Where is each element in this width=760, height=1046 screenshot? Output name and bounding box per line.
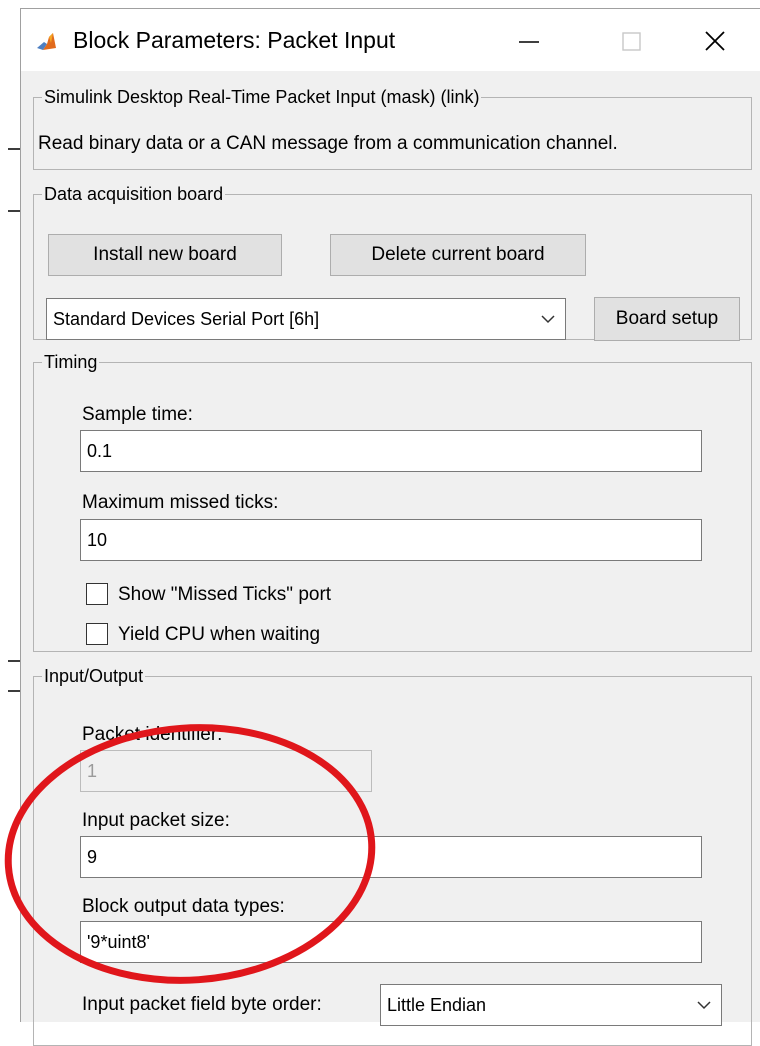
show-missed-ticks-label[interactable]: Show "Missed Ticks" port <box>118 584 331 606</box>
description-group: Simulink Desktop Real-Time Packet Input … <box>33 87 752 170</box>
byte-order-select[interactable]: Little Endian <box>380 984 722 1026</box>
byte-order-select-value: Little Endian <box>387 994 487 1015</box>
background-window-edge <box>0 0 22 1022</box>
packet-identifier-label: Packet identifier: <box>82 724 223 745</box>
install-board-button[interactable]: Install new board <box>48 234 282 276</box>
description-legend: Simulink Desktop Real-Time Packet Input … <box>44 87 480 107</box>
missed-ticks-input[interactable]: 10 <box>80 519 702 561</box>
input-packet-size-input[interactable]: 9 <box>80 836 702 878</box>
missed-ticks-label: Maximum missed ticks: <box>82 492 279 513</box>
board-select-value: Standard Devices Serial Port [6h] <box>53 308 320 329</box>
yield-cpu-checkbox[interactable] <box>86 623 108 645</box>
output-data-types-input[interactable]: '9*uint8' <box>80 921 702 963</box>
input-output-legend: Input/Output <box>44 666 144 686</box>
block-description: Read binary data or a CAN message from a… <box>38 133 618 154</box>
minimize-icon[interactable] <box>509 21 549 61</box>
chevron-down-icon[interactable] <box>687 985 721 1025</box>
show-missed-ticks-checkbox[interactable] <box>86 583 108 605</box>
packet-identifier-input: 1 <box>80 750 372 792</box>
board-legend: Data acquisition board <box>44 184 224 204</box>
yield-cpu-label[interactable]: Yield CPU when waiting <box>118 624 320 646</box>
close-icon[interactable] <box>695 21 735 61</box>
sample-time-input[interactable]: 0.1 <box>80 430 702 472</box>
window-title: Block Parameters: Packet Input <box>73 27 396 53</box>
board-setup-button[interactable]: Board setup <box>594 297 740 341</box>
chevron-down-icon[interactable] <box>531 299 565 339</box>
input-output-group: Input/Output Packet identifier: 1 Input … <box>33 666 752 1046</box>
input-packet-size-label: Input packet size: <box>82 810 230 831</box>
timing-group: Timing Sample time: 0.1 Maximum missed t… <box>33 352 752 652</box>
board-group: Data acquisition board Install new board… <box>33 184 752 341</box>
matlab-icon <box>37 33 56 50</box>
byte-order-label: Input packet field byte order: <box>82 994 322 1015</box>
delete-board-button[interactable]: Delete current board <box>330 234 586 276</box>
board-select[interactable]: Standard Devices Serial Port [6h] <box>46 298 566 340</box>
title-bar[interactable]: Block Parameters: Packet Input <box>21 9 760 71</box>
block-parameters-dialog: Block Parameters: Packet Input Simulink … <box>20 8 760 1046</box>
timing-legend: Timing <box>44 352 98 372</box>
output-data-types-label: Block output data types: <box>82 896 285 917</box>
sample-time-label: Sample time: <box>82 404 193 425</box>
maximize-icon[interactable] <box>611 21 651 61</box>
